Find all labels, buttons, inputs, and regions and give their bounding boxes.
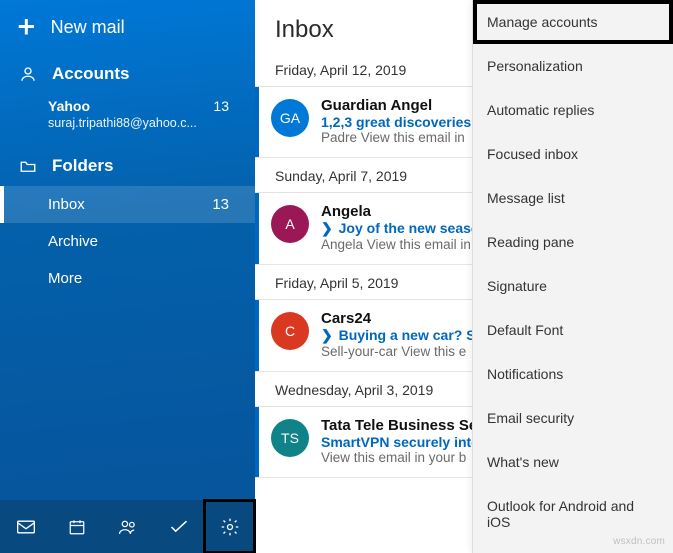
settings-item[interactable]: Signature (473, 264, 673, 308)
avatar: A (271, 205, 309, 243)
settings-item[interactable]: Automatic replies (473, 88, 673, 132)
accounts-label: Accounts (52, 64, 129, 84)
folder-count: 13 (212, 196, 229, 213)
avatar: TS (271, 419, 309, 457)
settings-item[interactable]: What's new (473, 440, 673, 484)
sidebar: ➕︎ New mail Accounts Yahoo suraj.tripath… (0, 0, 255, 553)
message-subject: ❯ Buying a new car? Se (321, 327, 483, 344)
settings-item[interactable]: Default Font (473, 308, 673, 352)
avatar: GA (271, 99, 309, 137)
watermark: wsxdn.com (613, 536, 665, 547)
settings-panel: Manage accountsPersonalizationAutomatic … (472, 0, 673, 553)
message-subject: 1,2,3 great discoveries a (321, 114, 483, 130)
folder-item-more[interactable]: More (0, 260, 255, 297)
bottom-bar (0, 500, 255, 553)
folder-item-inbox[interactable]: Inbox 13 (0, 186, 255, 223)
folders-label: Folders (52, 156, 113, 176)
chevron-right-icon: ❯ (321, 220, 333, 237)
calendar-icon[interactable] (51, 500, 102, 553)
accounts-header[interactable]: Accounts (0, 52, 255, 94)
settings-item[interactable]: Focused inbox (473, 132, 673, 176)
new-mail-label: New mail (51, 17, 125, 38)
settings-item[interactable]: Manage accounts (473, 0, 673, 44)
chevron-right-icon: ❯ (321, 327, 333, 344)
message-subject: SmartVPN securely inte (321, 434, 496, 450)
folder-label: More (48, 270, 82, 287)
folder-label: Inbox (48, 196, 85, 213)
mail-icon[interactable] (0, 500, 51, 553)
account-email: suraj.tripathi88@yahoo.c... (48, 116, 198, 130)
avatar: C (271, 312, 309, 350)
new-mail-button[interactable]: ➕︎ New mail (0, 0, 255, 52)
settings-item[interactable]: Email security (473, 396, 673, 440)
message-preview: Sell-your-car View this e (321, 344, 483, 359)
settings-item[interactable]: Notifications (473, 352, 673, 396)
folder-item-archive[interactable]: Archive (0, 223, 255, 260)
message-from: Guardian Angel (321, 97, 483, 114)
folder-label: Archive (48, 233, 98, 250)
person-icon (18, 65, 38, 83)
account-unread-count: 13 (213, 98, 229, 114)
folder-icon (18, 158, 38, 174)
settings-icon[interactable] (204, 500, 255, 553)
settings-item[interactable]: Reading pane (473, 220, 673, 264)
plus-icon: ➕︎ (18, 16, 35, 38)
people-icon[interactable] (102, 500, 153, 553)
message-from: Tata Tele Business Servi (321, 417, 496, 434)
account-name: Yahoo (48, 98, 237, 114)
settings-item[interactable]: Outlook for Android and iOS (473, 484, 673, 544)
todo-icon[interactable] (153, 500, 204, 553)
message-subject: ❯ Joy of the new season (321, 220, 488, 237)
folders-header[interactable]: Folders (0, 144, 255, 186)
message-preview: View this email in your b (321, 450, 496, 465)
message-from: Cars24 (321, 310, 483, 327)
account-item[interactable]: Yahoo suraj.tripathi88@yahoo.c... 13 (0, 94, 255, 144)
settings-item[interactable]: Personalization (473, 44, 673, 88)
message-preview: Angela View this email in (321, 237, 488, 252)
message-from: Angela (321, 203, 488, 220)
message-preview: Padre View this email in (321, 130, 483, 145)
settings-item[interactable]: Message list (473, 176, 673, 220)
